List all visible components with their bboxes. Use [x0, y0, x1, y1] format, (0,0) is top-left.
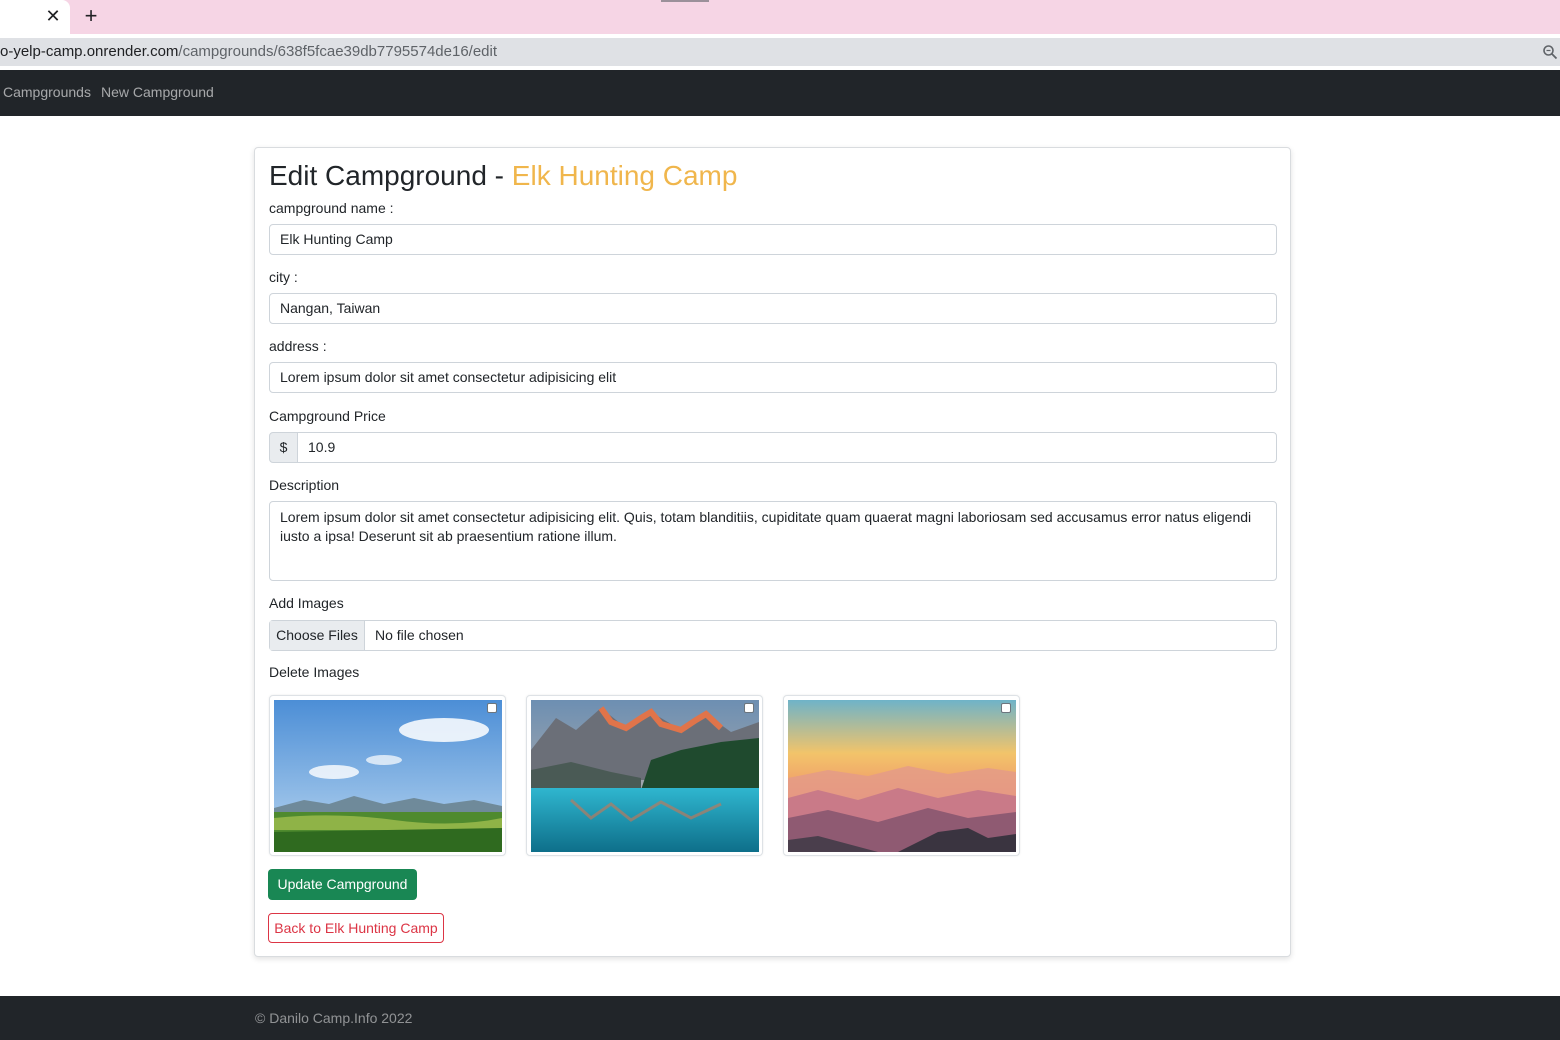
choose-files-button[interactable]: Choose Files: [270, 621, 365, 650]
price-label: Campground Price: [269, 408, 386, 424]
site-footer: © Danilo Camp.Info 2022: [0, 996, 1560, 1040]
url-path: /campgrounds/638f5fcae39db7795574de16/ed…: [178, 43, 498, 60]
price-input[interactable]: 10.9: [297, 432, 1277, 463]
url-field[interactable]: o-yelp-camp.onrender.com/campgrounds/638…: [0, 38, 1560, 66]
nav-link-new-campground[interactable]: New Campground: [101, 84, 214, 100]
delete-image-checkbox[interactable]: [744, 703, 754, 713]
title-prefix: Edit Campground -: [269, 160, 512, 191]
name-input[interactable]: Elk Hunting Camp: [269, 224, 1277, 255]
back-to-campground-button[interactable]: Back to Elk Hunting Camp: [268, 913, 444, 943]
url-host: o-yelp-camp.onrender.com: [0, 43, 179, 60]
name-label: campground name :: [269, 200, 394, 216]
browser-tab-active[interactable]: ✕: [0, 0, 70, 34]
campground-photo-sunset: [788, 700, 1016, 852]
image-thumbnail: [526, 695, 763, 856]
address-input[interactable]: Lorem ipsum dolor sit amet consectetur a…: [269, 362, 1277, 393]
footer-copyright: © Danilo Camp.Info 2022: [255, 1010, 413, 1026]
add-images-label: Add Images: [269, 595, 344, 611]
edit-campground-card: Edit Campground - Elk Hunting Camp campg…: [254, 147, 1291, 957]
file-input[interactable]: Choose Files No file chosen: [269, 620, 1277, 651]
currency-addon: $: [269, 432, 298, 463]
delete-images-label: Delete Images: [269, 664, 360, 680]
url-text[interactable]: o-yelp-camp.onrender.com/campgrounds/638…: [0, 38, 497, 66]
campground-photo-lake: [531, 700, 759, 852]
address-label: address :: [269, 338, 327, 354]
page-title: Edit Campground - Elk Hunting Camp: [269, 160, 737, 192]
image-thumbnail: [269, 695, 506, 856]
delete-image-checkbox[interactable]: [487, 703, 497, 713]
address-bar: o-yelp-camp.onrender.com/campgrounds/638…: [0, 34, 1560, 70]
city-label: city :: [269, 269, 298, 285]
title-campground-name: Elk Hunting Camp: [511, 160, 738, 191]
image-thumbnail: [783, 695, 1020, 856]
price-input-group: $ 10.9: [269, 432, 1277, 463]
tab-divider: [661, 0, 709, 2]
description-textarea[interactable]: Lorem ipsum dolor sit amet consectetur a…: [269, 501, 1277, 581]
new-tab-button[interactable]: +: [82, 5, 100, 27]
file-status-text: No file chosen: [375, 627, 464, 643]
nav-link-campgrounds[interactable]: Campgrounds: [3, 84, 91, 100]
site-navbar: Campgrounds New Campground: [0, 70, 1560, 116]
campground-photo-meadow: [274, 700, 502, 852]
update-campground-button[interactable]: Update Campground: [268, 869, 417, 900]
city-input[interactable]: Nangan, Taiwan: [269, 293, 1277, 324]
magnifier-icon[interactable]: [1542, 44, 1558, 60]
browser-tab-strip: ✕ +: [0, 0, 1560, 34]
description-label: Description: [269, 477, 340, 493]
delete-image-checkbox[interactable]: [1001, 703, 1011, 713]
close-icon[interactable]: ✕: [45, 6, 61, 26]
